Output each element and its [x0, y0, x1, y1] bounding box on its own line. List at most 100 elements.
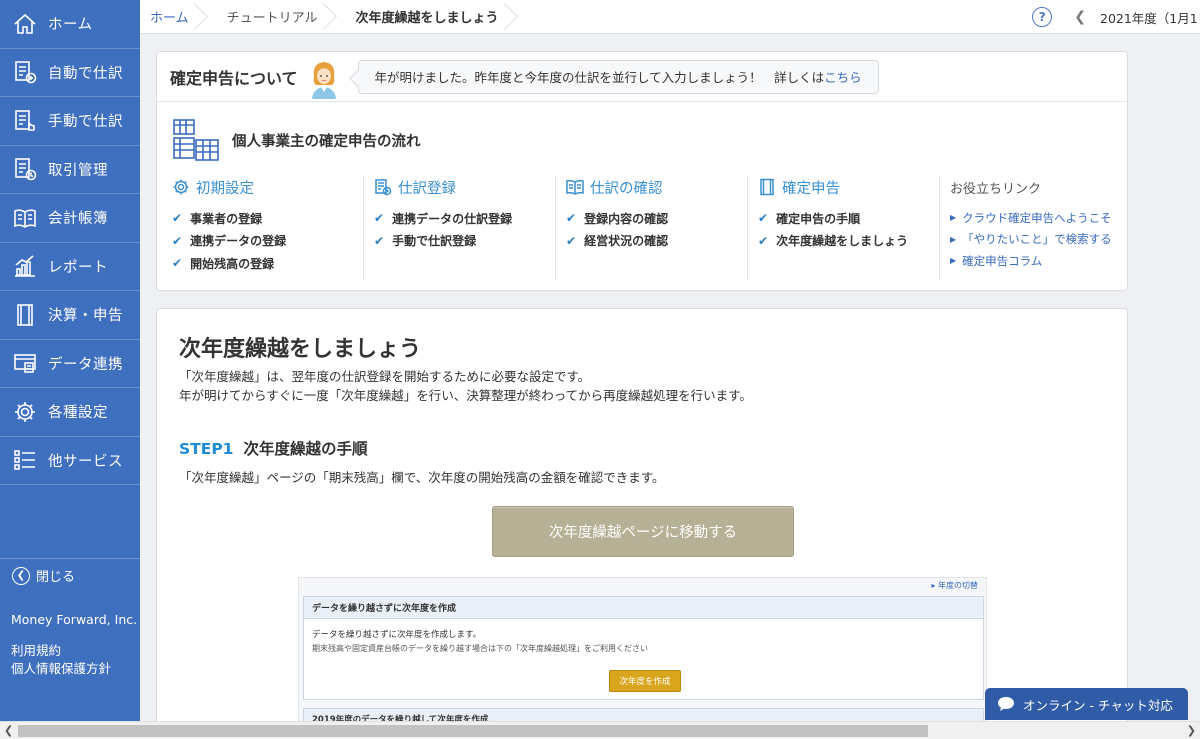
step-description: 「次年度繰越」ページの「期末残高」欄で、次年度の開始残高の金額を確認できます。 — [179, 470, 665, 485]
triangle-right-icon: ▶ — [950, 213, 957, 223]
sidebar-item-other-services[interactable]: 他サービス — [0, 437, 140, 485]
breadcrumb-home[interactable]: ホーム — [140, 0, 205, 34]
sidebar-item-report[interactable]: レポート — [0, 243, 140, 291]
topbar-right: ? ❮ 2021年度（1月1日 — [1032, 0, 1200, 34]
checklist-item[interactable]: ✔ 確定申告の手順 — [758, 207, 931, 230]
check-icon: ✔ — [172, 233, 183, 248]
screenshot-line: 期末残高や固定資産台帳のデータを繰り越す場合は下の「次年度繰越処理」をご利用くだ… — [312, 644, 648, 653]
checklist-label: 確定申告の手順 — [776, 211, 861, 226]
sidebar-item-transactions[interactable]: 取引管理 — [0, 146, 140, 194]
flow-chart-icon — [173, 119, 219, 161]
flow-title-text: 個人事業主の確定申告の流れ — [232, 133, 421, 150]
scrollbar-thumb[interactable] — [18, 725, 928, 737]
auto-journal-icon — [12, 59, 38, 85]
column-header: 確定申告 — [758, 176, 931, 198]
year-switch-link: ▸ 年度の切替 — [931, 581, 978, 590]
checklist-label: 経営状況の確認 — [584, 234, 669, 249]
data-link-icon — [12, 350, 38, 376]
online-chat-button[interactable]: オンライン - チャット対応 — [985, 688, 1188, 720]
breadcrumb-tutorial[interactable]: チュートリアル — [205, 0, 334, 34]
flow-column-review: 仕訳の確認 ✔ 登録内容の確認 ✔ 経営状況の確認 — [556, 176, 748, 280]
privacy-link[interactable]: 個人情報保護方針 — [11, 660, 111, 678]
page-title: 次年度繰越をしましょう — [179, 337, 422, 362]
link-label: クラウド確定申告へようこそ — [962, 210, 1112, 225]
sidebar: ホーム 自動で仕訳 手動で仕訳 取引管理 会計帳簿 レポート 決算・申告 データ… — [0, 0, 140, 721]
help-icon[interactable]: ? — [1032, 7, 1053, 27]
checklist-label: 手動で仕訳登録 — [392, 234, 477, 249]
carry-over-card: 次年度繰越をしましょう 「次年度繰越」は、翌年度の仕訳登録を開始するために必要な… — [156, 308, 1128, 739]
manual-journal-icon — [12, 108, 38, 134]
sidebar-item-label: 手動で仕訳 — [48, 114, 123, 131]
sidebar-item-label: 決算・申告 — [48, 308, 123, 325]
useful-link[interactable]: ▶ クラウド確定申告へようこそ — [950, 207, 1122, 229]
screenshot-line: データを繰り越さずに次年度を作成します。 — [312, 630, 482, 640]
scroll-right-icon[interactable]: ❯ — [1187, 724, 1196, 737]
checklist-item[interactable]: ✔ 連携データの登録 — [172, 230, 355, 253]
checklist-item[interactable]: ✔ 連携データの仕訳登録 — [374, 207, 547, 230]
checklist-item[interactable]: ✔ 手動で仕訳登録 — [374, 230, 547, 253]
details-link[interactable]: こちら — [824, 67, 862, 86]
checklist-label: 登録内容の確認 — [584, 211, 669, 226]
sidebar-item-settings[interactable]: 各種設定 — [0, 388, 140, 437]
checklist-label: 連携データの仕訳登録 — [392, 211, 513, 226]
sidebar-item-home[interactable]: ホーム — [0, 0, 140, 49]
scroll-left-icon[interactable]: ❮ — [4, 724, 13, 737]
journal-add-icon — [375, 179, 392, 196]
company-name: Money Forward, Inc. — [11, 612, 138, 627]
screenshot-panel-title: データを繰り越さずに次年度を作成 — [304, 597, 983, 619]
guide-speech-bubble: 年が明けました。昨年度と今年度の仕訳を並行して入力しましょう！ 詳しくは こちら — [357, 59, 879, 94]
go-to-carry-over-button[interactable]: 次年度繰越ページに移動する — [492, 506, 794, 557]
checklist-item[interactable]: ✔ 次年度繰越をしましょう — [758, 230, 931, 253]
column-header: 仕訳の確認 — [566, 176, 739, 198]
checklist-item[interactable]: ✔ 経営状況の確認 — [566, 230, 739, 253]
horizontal-scrollbar[interactable]: ❮ ❯ — [0, 721, 1200, 739]
screenshot-panel-desc: データを繰り越さずに次年度を作成します。 期末残高や固定資産台帳のデータを繰り越… — [304, 619, 983, 655]
column-title: 仕訳登録 — [398, 180, 456, 197]
sidebar-item-manual-journal[interactable]: 手動で仕訳 — [0, 97, 140, 146]
checklist-label: 次年度繰越をしましょう — [776, 234, 909, 249]
sidebar-item-label: データ連携 — [48, 356, 123, 373]
chat-bubble-icon — [998, 697, 1014, 711]
tax-return-icon — [12, 302, 38, 328]
terms-link[interactable]: 利用規約 — [11, 642, 111, 660]
step-heading: STEP1 次年度繰越の手順 — [179, 437, 368, 459]
checklist-item[interactable]: ✔ 事業者の登録 — [172, 207, 355, 230]
check-icon: ✔ — [758, 233, 769, 248]
flow-column-initial-setup: 初期設定 ✔ 事業者の登録 ✔ 連携データの登録 ✔ 開始残高の登録 — [172, 176, 364, 280]
column-title: 仕訳の確認 — [590, 180, 663, 197]
close-label: 閉じる — [36, 570, 76, 585]
checklist-label: 連携データの登録 — [190, 234, 287, 249]
breadcrumb-current: 次年度繰越をしましょう — [334, 0, 515, 34]
sidebar-item-data-link[interactable]: データ連携 — [0, 340, 140, 388]
gear-icon — [12, 399, 38, 425]
flow-columns: 初期設定 ✔ 事業者の登録 ✔ 連携データの登録 ✔ 開始残高の登録 仕訳登録 ✔ 連携… — [172, 176, 1130, 280]
card-title: 確定申告について — [170, 68, 298, 88]
transaction-icon — [12, 156, 38, 182]
check-icon: ✔ — [172, 211, 183, 226]
check-icon: ✔ — [566, 233, 577, 248]
sidebar-footer-links: 利用規約 個人情報保護方針 — [11, 642, 111, 678]
sidebar-item-tax-return[interactable]: 決算・申告 — [0, 291, 140, 340]
useful-link[interactable]: ▶ 「やりたいこと」で検索する — [950, 229, 1122, 251]
useful-link[interactable]: ▶ 確定申告コラム — [950, 250, 1122, 272]
intro-line: 「次年度繰越」は、翌年度の仕訳登録を開始するために必要な設定です。 — [179, 369, 591, 384]
tax-return-icon — [760, 178, 774, 196]
checklist-item[interactable]: ✔ 登録内容の確認 — [566, 207, 739, 230]
chevron-left-icon[interactable]: ❮ — [1074, 9, 1086, 25]
useful-links: お役立ちリンク ▶ クラウド確定申告へようこそ ▶ 「やりたいこと」で検索する ▶ 確… — [940, 176, 1130, 280]
sidebar-item-ledger[interactable]: 会計帳簿 — [0, 194, 140, 243]
sidebar-item-label: 取引管理 — [48, 162, 108, 179]
checklist-item[interactable]: ✔ 開始残高の登録 — [172, 252, 355, 275]
top-bar: ホーム チュートリアル 次年度繰越をしましょう ? ❮ 2021年度（1月1日 — [140, 0, 1200, 34]
step-title: 次年度繰越の手順 — [243, 440, 368, 458]
bubble-text: 年が明けました。昨年度と今年度の仕訳を並行して入力しましょう！ 詳しくは — [374, 70, 825, 85]
list-icon — [12, 447, 38, 473]
sidebar-item-auto-journal[interactable]: 自動で仕訳 — [0, 49, 140, 97]
fiscal-year-label[interactable]: 2021年度（1月1日 — [1100, 8, 1200, 27]
sidebar-item-label: レポート — [48, 259, 108, 276]
checklist-label: 事業者の登録 — [190, 211, 263, 226]
column-header: 初期設定 — [172, 176, 355, 198]
book-icon — [566, 179, 584, 195]
sidebar-close-button[interactable]: ❮ 閉じる — [0, 558, 140, 592]
useful-links-title: お役立ちリンク — [950, 181, 1042, 197]
